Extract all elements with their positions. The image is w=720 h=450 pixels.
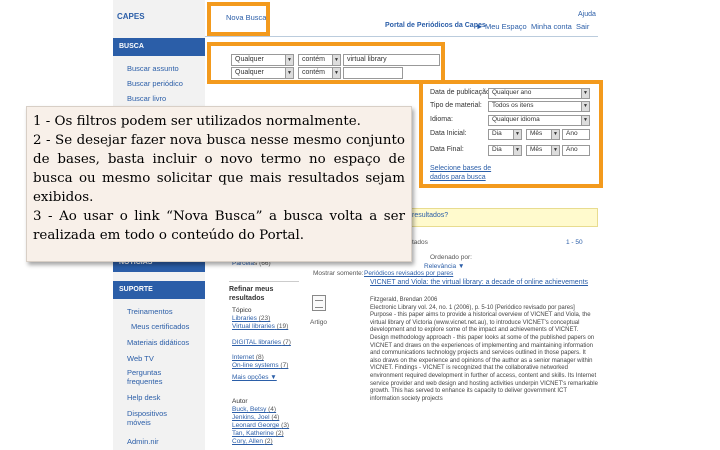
- mais-opcoes-link[interactable]: Mais opções ▼: [232, 374, 277, 381]
- mais-resultados-link[interactable]: resultados?: [412, 212, 448, 219]
- highlight-nova-busca: [207, 2, 270, 36]
- sidebar-item-buscar-livro[interactable]: Buscar livro: [127, 94, 166, 103]
- ordenar-select[interactable]: Relevância ▼: [424, 263, 464, 270]
- user-icon: ►: [476, 22, 484, 31]
- record-body: Fitzgerald, Brendan 2006 Electronic Libr…: [370, 297, 598, 403]
- capes-logo: CAPES: [117, 12, 145, 21]
- sidebar-item-helpdesk[interactable]: Help desk: [127, 393, 160, 402]
- topico-header: Tópico: [232, 307, 252, 314]
- sidebar-item-webtv[interactable]: Web TV: [127, 354, 154, 363]
- facet-topic-3[interactable]: Internet (8): [232, 354, 264, 361]
- highlight-filters: [419, 80, 603, 188]
- record-source: Electronic Library vol. 24, no. 1 (2006)…: [370, 304, 575, 311]
- sidebar-item-perguntas[interactable]: Perguntas frequentes: [127, 368, 187, 386]
- portal-title: Portal de Periódicos da Capes: [385, 22, 486, 29]
- header-divider: [205, 36, 598, 37]
- facet-author-4[interactable]: Cory, Allen (2): [232, 438, 273, 445]
- meu-espaco-link[interactable]: Meu Espaço: [485, 22, 527, 31]
- facet-author-0[interactable]: Buck, Betsy (4): [232, 406, 276, 413]
- facet-topic-2[interactable]: DIGITAL libraries (7): [232, 339, 291, 346]
- autor-header: Autor: [232, 398, 248, 405]
- sidebar-item-buscar-periodico[interactable]: Buscar periódico: [127, 79, 183, 88]
- record-abstract: Purpose - this paper aims to provide a h…: [370, 312, 598, 402]
- sidebar-item-certificados[interactable]: Meus certificados: [131, 322, 189, 331]
- facet-author-1[interactable]: Jenkins, Joel (4): [232, 414, 279, 421]
- sair-link[interactable]: Sair: [576, 22, 589, 31]
- sidebar-header-busca: BUSCA: [113, 38, 205, 56]
- document-icon: [312, 295, 326, 311]
- sidebar-item-buscar-assunto[interactable]: Buscar assunto: [127, 64, 179, 73]
- revisados-filter-link[interactable]: Periódicos revisados por pares: [364, 270, 453, 277]
- facet-topic-1[interactable]: Virtual libraries (19): [232, 323, 288, 330]
- sidebar-item-admin[interactable]: Admin.nir: [127, 437, 159, 446]
- note-line-3: 3 - Ao usar o link “Nova Busca” a busca …: [33, 209, 405, 243]
- facet-author-3[interactable]: Tan, Katherine (2): [232, 430, 284, 437]
- minha-conta-link[interactable]: Minha conta: [531, 22, 572, 31]
- sidebar-item-materiais[interactable]: Materiais didáticos: [127, 338, 189, 347]
- artigo-label: Artigo: [310, 319, 327, 326]
- mostrar-somente-label: Mostrar somente:: [313, 270, 364, 277]
- facet-topic-4[interactable]: On-line systems (7): [232, 362, 288, 369]
- ordenado-por-label: Ordenado por:: [430, 254, 472, 261]
- pagination[interactable]: 1 - 50: [566, 239, 583, 246]
- highlight-search-rows: [207, 42, 445, 84]
- ajuda-link[interactable]: Ajuda: [578, 11, 596, 18]
- record-author: Fitzgerald, Brendan 2006: [370, 297, 438, 303]
- facet-topic-0[interactable]: Libraries (23): [232, 315, 270, 322]
- note-line-1: 1 - Os filtros podem ser utilizados norm…: [33, 114, 361, 129]
- results-count-fragment: tados: [412, 239, 428, 246]
- facet-author-2[interactable]: Leonard George (3): [232, 422, 289, 429]
- instruction-note: 1 - Os filtros podem ser utilizados norm…: [26, 106, 412, 262]
- sidebar-header-suporte: SUPORTE: [113, 281, 205, 299]
- record-title-link[interactable]: VICNET and Viola: the virtual library: a…: [370, 278, 600, 287]
- note-line-2: 2 - Se desejar fazer nova busca nesse me…: [33, 133, 405, 205]
- refine-header: Refinar meus resultados: [229, 281, 299, 303]
- sidebar-item-dispositivos[interactable]: Dispositivos móveis: [127, 409, 187, 427]
- sidebar-item-treinamentos[interactable]: Treinamentos: [127, 307, 173, 316]
